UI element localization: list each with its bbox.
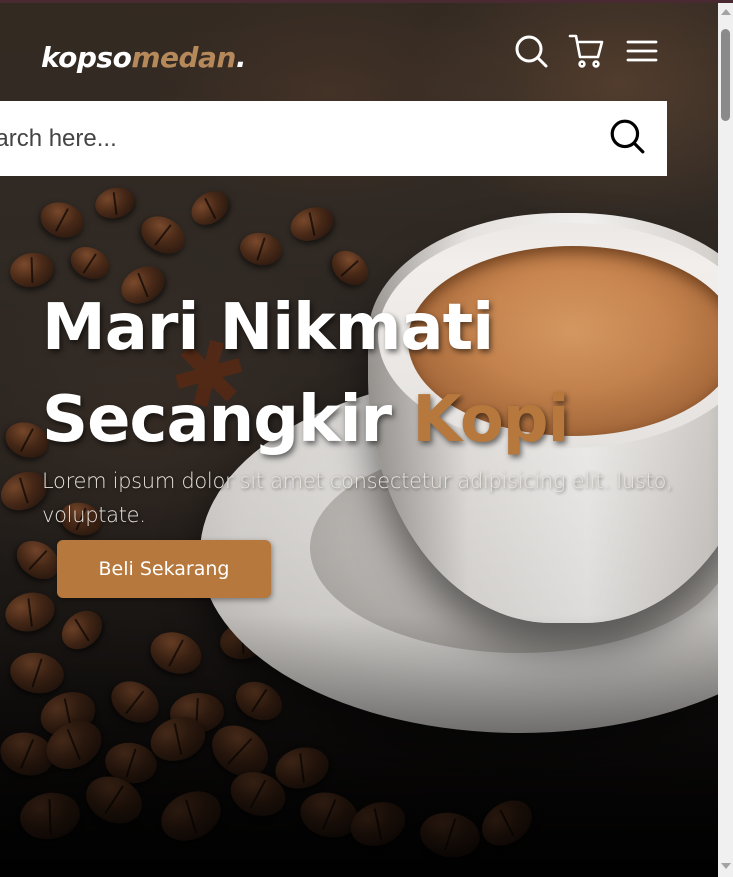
search-form (0, 101, 667, 176)
logo-main-text: kopso (41, 41, 132, 74)
search-input[interactable] (0, 101, 590, 176)
brand-logo[interactable]: kopsomedan. (41, 41, 247, 74)
scroll-up-arrow-icon[interactable] (721, 9, 731, 15)
logo-dot: . (235, 41, 247, 74)
hero-content: Mari Nikmati Secangkir Kopi Lorem ipsum … (42, 282, 682, 532)
scrollbar-thumb[interactable] (721, 29, 730, 121)
headline-line-2-main: Secangkir (42, 383, 392, 457)
search-submit-icon[interactable] (608, 117, 646, 155)
search-icon[interactable] (513, 33, 549, 69)
buy-now-button[interactable]: Beli Sekarang (57, 540, 271, 598)
scroll-down-arrow-icon[interactable] (721, 863, 731, 869)
logo-accent-text: medan (131, 41, 236, 74)
menu-icon[interactable] (624, 33, 660, 69)
vertical-scrollbar[interactable] (718, 3, 733, 877)
headline-line-1: Mari Nikmati (42, 291, 494, 365)
hero-headline: Mari Nikmati Secangkir Kopi (42, 282, 682, 466)
headline-accent-word: Kopi (412, 383, 569, 457)
hero-description: Lorem ipsum dolor sit amet consectetur a… (42, 469, 673, 527)
shopping-cart-icon[interactable] (568, 33, 604, 69)
navbar: kopsomedan. (0, 3, 718, 98)
